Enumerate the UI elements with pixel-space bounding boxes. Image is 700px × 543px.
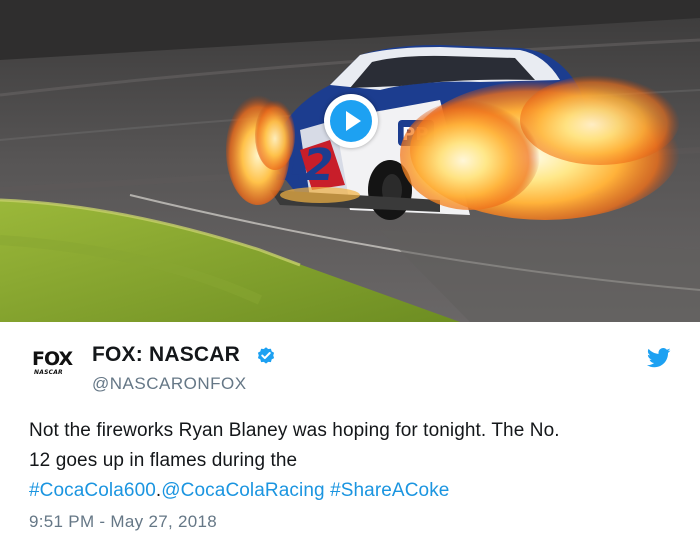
verified-badge-icon: [257, 347, 275, 364]
twitter-bird-icon[interactable]: [647, 348, 671, 368]
avatar-logo-text: FOX: [32, 348, 73, 370]
race-car-fire-image: 12 PP: [0, 0, 700, 322]
hashtag-link-shareacoke[interactable]: #ShareACoke: [330, 480, 449, 501]
avatar-logo-subtext: NASCAR: [34, 369, 63, 376]
tweet-text-line-2: 12 goes up in flames during the: [29, 450, 298, 471]
hashtag-link-cocacola600[interactable]: #CocaCola600: [29, 480, 156, 501]
tweet-timestamp[interactable]: 9:51 PM - May 27, 2018: [29, 512, 217, 532]
author-display-name[interactable]: FOX: NASCAR: [92, 343, 240, 367]
tweet-text-line-1: Not the fireworks Ryan Blaney was hoping…: [29, 420, 560, 441]
video-thumbnail[interactable]: 12 PP: [0, 0, 700, 322]
play-button-circle: [330, 100, 372, 142]
tweet-body: FOX NASCAR FOX: NASCAR @NASCARONFOX Not …: [0, 322, 700, 543]
author-avatar[interactable]: FOX NASCAR: [32, 349, 80, 389]
mention-link-cocacolaracing[interactable]: @CocaColaRacing: [161, 480, 324, 501]
play-icon: [346, 111, 361, 131]
tweet-text-line-3: #CocaCola600.@CocaColaRacing #ShareACoke: [29, 476, 679, 506]
tweet-embed-card: 12 PP FOX NASCAR FO: [0, 0, 700, 543]
tweet-text: Not the fireworks Ryan Blaney was hoping…: [29, 416, 679, 506]
author-handle[interactable]: @NASCARONFOX: [92, 374, 247, 394]
play-button[interactable]: [324, 94, 378, 148]
